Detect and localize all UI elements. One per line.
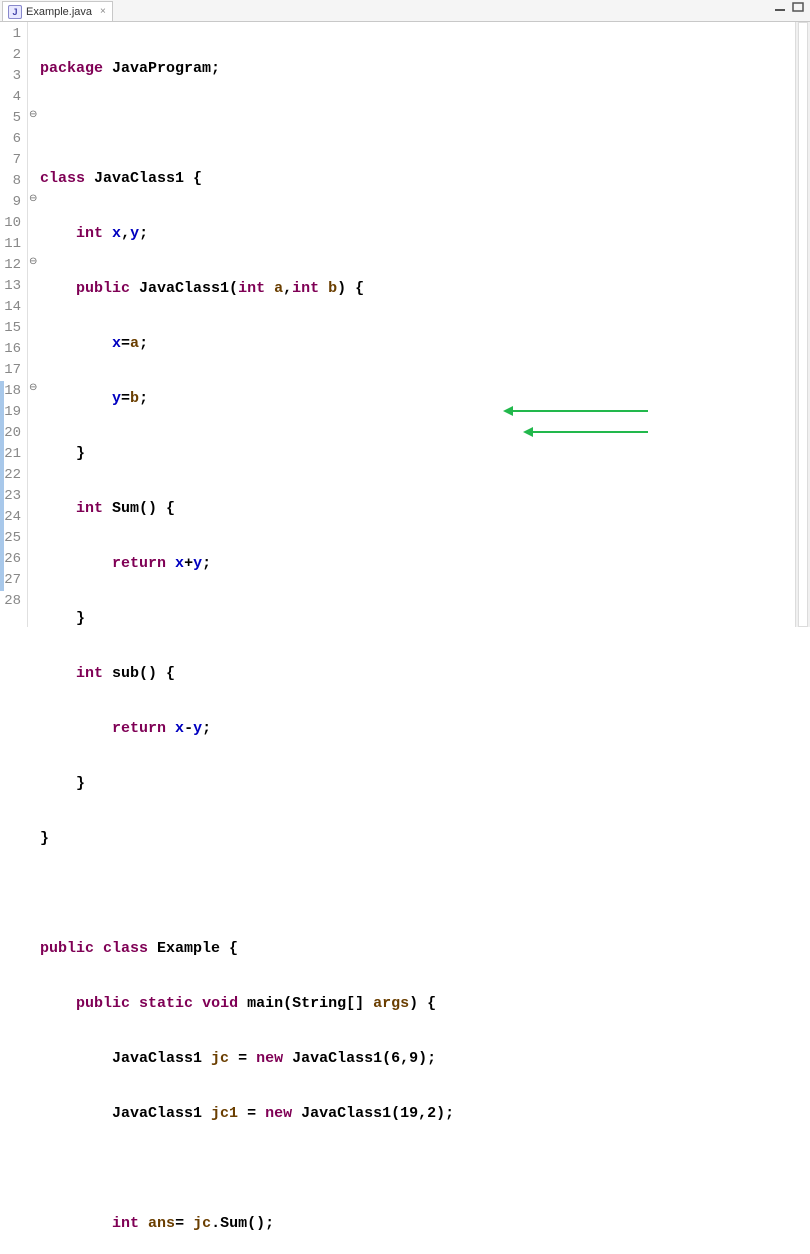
line-number: 2: [0, 45, 27, 66]
code-line[interactable]: JavaClass1 jc = new JavaClass1(6,9);: [40, 1048, 795, 1069]
line-number: 5: [0, 108, 27, 129]
code-line[interactable]: public JavaClass1(int a,int b) {: [40, 278, 795, 299]
code-line[interactable]: int x,y;: [40, 223, 795, 244]
fold-column: ⊖ ⊖ ⊖ ⊖: [28, 22, 38, 627]
code-line[interactable]: }: [40, 773, 795, 794]
fold-toggle-icon[interactable]: ⊖: [29, 195, 37, 203]
code-line[interactable]: return x-y;: [40, 718, 795, 739]
code-line[interactable]: [40, 1158, 795, 1179]
vertical-scrollbar[interactable]: [795, 22, 810, 627]
code-line[interactable]: int sub() {: [40, 663, 795, 684]
line-number: 1: [0, 24, 27, 45]
line-number: 13: [0, 276, 27, 297]
line-number: 26: [0, 549, 27, 570]
annotation-arrow-icon: [508, 410, 648, 412]
line-number: 19: [0, 402, 27, 423]
line-number: 25: [0, 528, 27, 549]
line-number: 12: [0, 255, 27, 276]
line-number: 16: [0, 339, 27, 360]
java-file-icon: J: [8, 5, 22, 19]
code-line[interactable]: int ans= jc.Sum();: [40, 1213, 795, 1234]
line-number: 14: [0, 297, 27, 318]
fold-toggle-icon[interactable]: ⊖: [29, 111, 37, 119]
editor-tab-example-java[interactable]: J Example.java ×: [2, 1, 113, 21]
line-number: 3: [0, 66, 27, 87]
line-number: 15: [0, 318, 27, 339]
line-number: 4: [0, 87, 27, 108]
minimize-icon[interactable]: [774, 2, 786, 12]
line-number: 22: [0, 465, 27, 486]
tab-filename: Example.java: [26, 6, 92, 18]
code-line[interactable]: return x+y;: [40, 553, 795, 574]
line-highlight-marker: [0, 381, 4, 591]
annotation-arrow-icon: [528, 431, 648, 433]
line-number: 28: [0, 591, 27, 612]
code-line[interactable]: x=a;: [40, 333, 795, 354]
code-line[interactable]: int Sum() {: [40, 498, 795, 519]
code-line[interactable]: y=b;: [40, 388, 795, 409]
line-number: 24: [0, 507, 27, 528]
line-number: 7: [0, 150, 27, 171]
code-line[interactable]: public static void main(String[] args) {: [40, 993, 795, 1014]
line-number: 6: [0, 129, 27, 150]
line-number: 20: [0, 423, 27, 444]
line-number: 17: [0, 360, 27, 381]
code-line[interactable]: package JavaProgram;: [40, 58, 795, 79]
code-line[interactable]: JavaClass1 jc1 = new JavaClass1(19,2);: [40, 1103, 795, 1124]
code-line[interactable]: [40, 113, 795, 134]
code-line[interactable]: }: [40, 828, 795, 849]
code-line[interactable]: [40, 883, 795, 904]
line-number: 9: [0, 192, 27, 213]
maximize-icon[interactable]: [792, 2, 804, 12]
close-icon[interactable]: ×: [100, 6, 106, 17]
line-number: 23: [0, 486, 27, 507]
scrollbar-thumb[interactable]: [798, 22, 808, 627]
line-number: 27: [0, 570, 27, 591]
window-controls: [774, 2, 804, 12]
line-number: 10: [0, 213, 27, 234]
code-line[interactable]: public class Example {: [40, 938, 795, 959]
line-number: 21: [0, 444, 27, 465]
line-number: 11: [0, 234, 27, 255]
code-area[interactable]: package JavaProgram; class JavaClass1 { …: [38, 22, 795, 627]
fold-toggle-icon[interactable]: ⊖: [29, 384, 37, 392]
tab-bar: J Example.java ×: [0, 0, 810, 22]
code-line[interactable]: }: [40, 608, 795, 629]
code-line[interactable]: class JavaClass1 {: [40, 168, 795, 189]
line-number: 8: [0, 171, 27, 192]
code-line[interactable]: }: [40, 443, 795, 464]
editor: 1 2 3 4 5 6 7 8 9 10 11 12 13 14 15 16 1…: [0, 22, 810, 627]
fold-toggle-icon[interactable]: ⊖: [29, 258, 37, 266]
line-number: 18: [0, 381, 27, 402]
line-number-gutter: 1 2 3 4 5 6 7 8 9 10 11 12 13 14 15 16 1…: [0, 22, 28, 627]
